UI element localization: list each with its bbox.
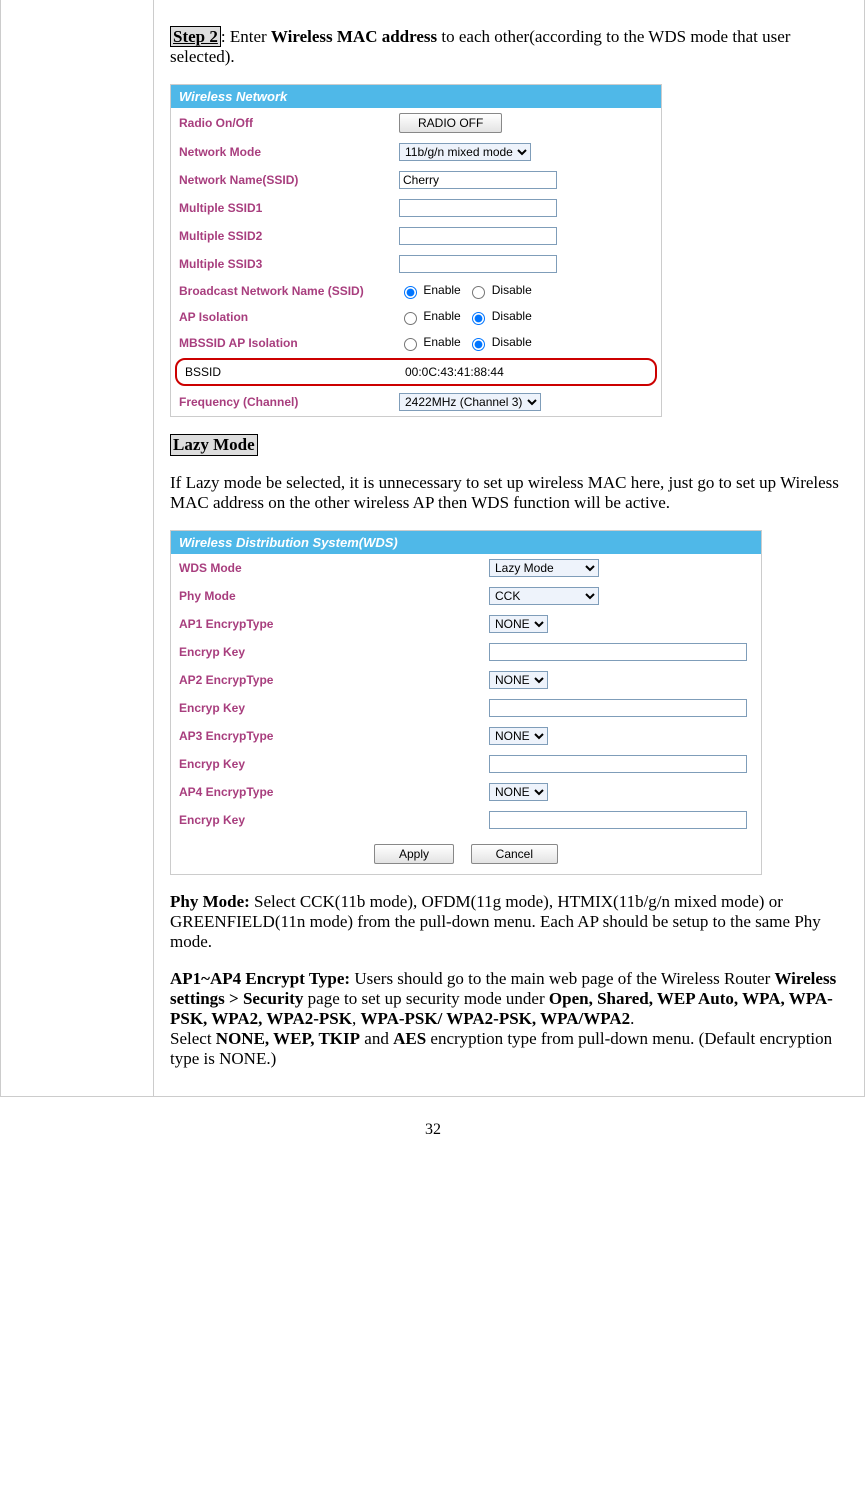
panel-header: Wireless Network bbox=[171, 85, 661, 108]
phy-mode-paragraph: Phy Mode: Select CCK(11b mode), OFDM(11g… bbox=[170, 892, 850, 952]
wds-panel: Wireless Distribution System(WDS) WDS Mo… bbox=[170, 530, 762, 875]
apply-button[interactable]: Apply bbox=[374, 844, 454, 864]
encrypt-type-paragraph: AP1~AP4 Encrypt Type: Users should go to… bbox=[170, 969, 850, 1069]
row-mssid1: Multiple SSID1 bbox=[171, 194, 661, 222]
lazy-mode-heading: Lazy Mode bbox=[170, 434, 258, 456]
apiso-enable-radio[interactable] bbox=[404, 312, 417, 325]
mssid3-input[interactable] bbox=[399, 255, 557, 273]
row-mbssid-isolation: MBSSID AP Isolation Enable Disable bbox=[171, 330, 661, 356]
row-mssid2: Multiple SSID2 bbox=[171, 222, 661, 250]
ap2-key-input[interactable] bbox=[489, 699, 747, 717]
apiso-disable-radio[interactable] bbox=[472, 312, 485, 325]
bcast-enable-radio[interactable] bbox=[404, 286, 417, 299]
ap3-key-input[interactable] bbox=[489, 755, 747, 773]
cancel-button[interactable]: Cancel bbox=[471, 844, 558, 864]
ap1-encryp-select[interactable]: NONE bbox=[489, 615, 548, 633]
step2-label: Step 2 bbox=[170, 26, 221, 47]
panel-header: Wireless Distribution System(WDS) bbox=[171, 531, 761, 554]
ap1-key-input[interactable] bbox=[489, 643, 747, 661]
mssid2-input[interactable] bbox=[399, 227, 557, 245]
page-number: 32 bbox=[0, 1121, 866, 1139]
network-mode-select[interactable]: 11b/g/n mixed mode bbox=[399, 143, 531, 161]
row-ssid: Network Name(SSID) bbox=[171, 166, 661, 194]
ssid-input[interactable] bbox=[399, 171, 557, 189]
ap3-encryp-select[interactable]: NONE bbox=[489, 727, 548, 745]
ap2-encryp-select[interactable]: NONE bbox=[489, 671, 548, 689]
bcast-disable-radio[interactable] bbox=[472, 286, 485, 299]
frequency-select[interactable]: 2422MHz (Channel 3) bbox=[399, 393, 541, 411]
row-mssid3: Multiple SSID3 bbox=[171, 250, 661, 278]
row-frequency: Frequency (Channel) 2422MHz (Channel 3) bbox=[171, 388, 661, 416]
row-radio: Radio On/Off RADIO OFF bbox=[171, 108, 661, 138]
lazy-mode-text: If Lazy mode be selected, it is unnecess… bbox=[170, 473, 850, 513]
mbssid-disable-radio[interactable] bbox=[472, 338, 485, 351]
wds-mode-select[interactable]: Lazy Mode bbox=[489, 559, 599, 577]
phy-mode-select[interactable]: CCK bbox=[489, 587, 599, 605]
row-ap-isolation: AP Isolation Enable Disable bbox=[171, 304, 661, 330]
step2-paragraph: Step 2: Enter Wireless MAC address to ea… bbox=[170, 27, 850, 67]
radio-off-button[interactable]: RADIO OFF bbox=[399, 113, 502, 133]
ap4-encryp-select[interactable]: NONE bbox=[489, 783, 548, 801]
ap4-key-input[interactable] bbox=[489, 811, 747, 829]
row-bssid-highlight: BSSID 00:0C:43:41:88:44 bbox=[175, 358, 657, 386]
wireless-network-panel: Wireless Network Radio On/Off RADIO OFF … bbox=[170, 84, 662, 417]
row-broadcast: Broadcast Network Name (SSID) Enable Dis… bbox=[171, 278, 661, 304]
row-network-mode: Network Mode 11b/g/n mixed mode bbox=[171, 138, 661, 166]
mssid1-input[interactable] bbox=[399, 199, 557, 217]
mbssid-enable-radio[interactable] bbox=[404, 338, 417, 351]
